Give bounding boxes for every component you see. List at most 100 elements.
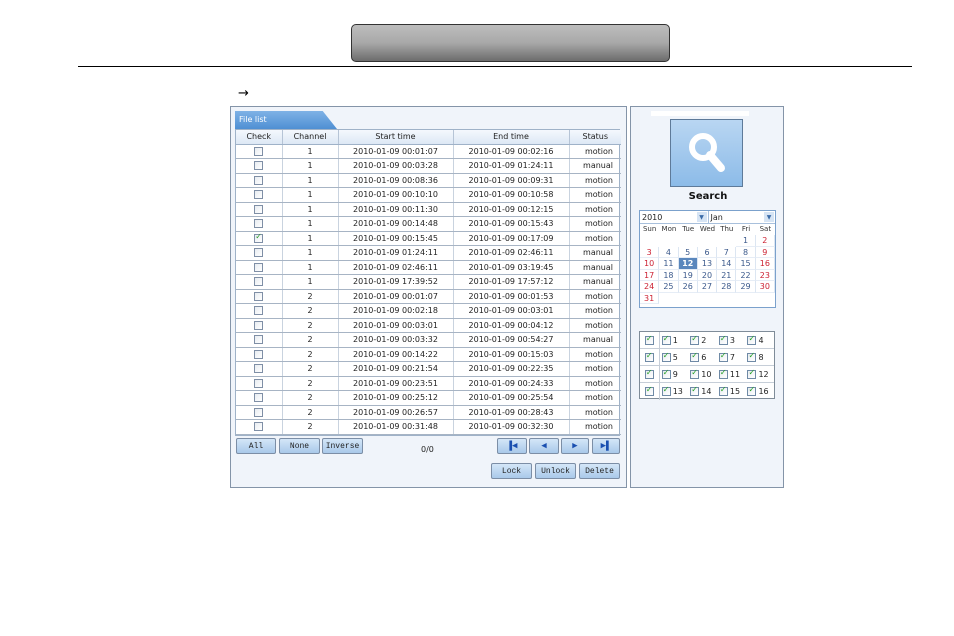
- delete-button[interactable]: Delete: [579, 463, 620, 479]
- calendar-day[interactable]: 10: [640, 258, 660, 270]
- channel-item[interactable]: 5: [660, 351, 689, 362]
- table-row[interactable]: 2 2010-01-09 00:25:12 2010-01-09 00:25:54 m…: [236, 390, 621, 406]
- row-checkbox[interactable]: [254, 146, 264, 156]
- calendar-day[interactable]: 29: [736, 281, 756, 293]
- calendar-day[interactable]: 11: [659, 258, 679, 270]
- channel-item[interactable]: 6: [688, 351, 717, 362]
- select-none-button[interactable]: None: [279, 438, 320, 454]
- table-row[interactable]: 2 2010-01-09 00:14:22 2010-01-09 00:15:03 m…: [236, 347, 621, 362]
- row-checkbox[interactable]: [254, 190, 264, 200]
- table-row[interactable]: 2 2010-01-09 00:21:54 2010-01-09 00:22:35 m…: [236, 361, 621, 377]
- row-checkbox[interactable]: [254, 349, 264, 359]
- col-header-check[interactable]: Check: [236, 130, 283, 145]
- channel-item[interactable]: 14: [688, 385, 717, 396]
- col-header-channel[interactable]: Channel: [282, 130, 339, 145]
- channel-item[interactable]: 9: [660, 368, 689, 379]
- row-checkbox[interactable]: [254, 407, 264, 417]
- channel-item[interactable]: 7: [717, 351, 746, 362]
- unlock-button[interactable]: Unlock: [535, 463, 576, 479]
- table-row[interactable]: 1 2010-01-09 01:24:11 2010-01-09 02:46:11 m…: [236, 245, 621, 261]
- calendar-day[interactable]: 25: [659, 281, 679, 293]
- channel-item[interactable]: 1: [660, 334, 689, 345]
- row-select-all-checkbox[interactable]: [644, 334, 654, 345]
- channel-checkbox[interactable]: [718, 334, 728, 345]
- channel-checkbox[interactable]: [718, 385, 728, 396]
- channel-item[interactable]: 11: [717, 368, 746, 379]
- calendar-day[interactable]: 16: [755, 258, 775, 270]
- channel-checkbox[interactable]: [747, 351, 757, 362]
- channel-item[interactable]: 16: [745, 385, 774, 396]
- table-row[interactable]: 12010-01-09 00:15:452010-01-09 00:17:09m…: [236, 231, 621, 246]
- channel-item[interactable]: 10: [688, 368, 717, 379]
- calendar-day[interactable]: 14: [717, 258, 737, 270]
- calendar-day[interactable]: 22: [736, 269, 756, 281]
- col-header-status[interactable]: Status: [569, 130, 621, 145]
- calendar-day[interactable]: 30: [755, 281, 775, 293]
- calendar-day[interactable]: 13: [697, 258, 718, 270]
- row-checkbox[interactable]: [254, 219, 264, 229]
- calendar-day[interactable]: 31: [640, 292, 660, 304]
- row-checkbox[interactable]: [254, 204, 264, 214]
- row-checkbox[interactable]: [254, 262, 264, 272]
- channel-checkbox[interactable]: [747, 385, 757, 396]
- row-checkbox[interactable]: [254, 306, 264, 316]
- row-checkbox[interactable]: [254, 393, 264, 403]
- channel-item[interactable]: 4: [745, 334, 774, 345]
- row-checkbox[interactable]: [254, 248, 264, 258]
- table-row[interactable]: 1 2010-01-09 17:39:52 2010-01-09 17:57:12 m…: [236, 274, 621, 290]
- calendar-day[interactable]: 21: [717, 269, 737, 281]
- table-row[interactable]: 1 2010-01-09 00:01:07 2010-01-09 00:02:16 m…: [236, 144, 621, 159]
- calendar-day[interactable]: 5: [678, 246, 698, 258]
- channel-item[interactable]: 15: [717, 385, 746, 396]
- row-checkbox[interactable]: [254, 335, 264, 345]
- calendar-day[interactable]: 23: [755, 269, 775, 281]
- table-row[interactable]: 1 2010-01-09 00:08:36 2010-01-09 00:09:31 m…: [236, 173, 621, 188]
- channel-item[interactable]: 2: [688, 334, 717, 345]
- row-checkbox[interactable]: [254, 232, 264, 243]
- table-row[interactable]: 2 2010-01-09 00:23:51 2010-01-09 00:24:33 m…: [236, 376, 621, 391]
- calendar-day[interactable]: 3: [640, 246, 660, 258]
- inverse-selection-button[interactable]: Inverse: [322, 438, 363, 454]
- calendar-day[interactable]: 24: [640, 281, 660, 293]
- table-row[interactable]: 1 2010-01-09 00:03:28 2010-01-09 01:24:11 m…: [236, 158, 621, 174]
- calendar-day[interactable]: 4: [659, 246, 679, 258]
- calendar-day[interactable]: 27: [697, 281, 718, 293]
- select-all-button[interactable]: All: [236, 438, 276, 454]
- table-row[interactable]: 2 2010-01-09 00:01:07 2010-01-09 00:01:53 m…: [236, 289, 621, 304]
- calendar-day[interactable]: 12: [678, 258, 698, 270]
- row-checkbox[interactable]: [254, 422, 264, 432]
- channel-checkbox[interactable]: [690, 334, 700, 345]
- channel-checkbox[interactable]: [661, 385, 671, 396]
- calendar-day[interactable]: 15: [736, 258, 756, 270]
- table-row[interactable]: 2 2010-01-09 00:26:57 2010-01-09 00:28:43 m…: [236, 405, 621, 420]
- channel-item[interactable]: 12: [745, 368, 774, 379]
- channel-checkbox[interactable]: [747, 368, 757, 379]
- row-select-all-checkbox[interactable]: [644, 368, 654, 379]
- table-row[interactable]: 1 2010-01-09 00:14:48 2010-01-09 00:15:43 m…: [236, 216, 621, 232]
- row-checkbox[interactable]: [254, 291, 264, 301]
- next-page-button[interactable]: ▶: [561, 438, 589, 454]
- row-checkbox[interactable]: [254, 277, 264, 287]
- prev-page-button[interactable]: ◀: [529, 438, 559, 454]
- lock-button[interactable]: Lock: [491, 463, 532, 479]
- row-checkbox[interactable]: [254, 161, 264, 171]
- row-checkbox[interactable]: [254, 378, 264, 388]
- table-row[interactable]: 2 2010-01-09 00:03:01 2010-01-09 00:04:12 m…: [236, 318, 621, 333]
- calendar-day[interactable]: 9: [755, 246, 775, 258]
- channel-checkbox[interactable]: [690, 385, 700, 396]
- file-list-tab[interactable]: File list: [235, 111, 337, 129]
- row-checkbox[interactable]: [254, 175, 264, 185]
- calendar-day[interactable]: 2: [755, 235, 775, 247]
- row-checkbox[interactable]: [254, 320, 264, 330]
- table-row[interactable]: 2 2010-01-09 00:03:32 2010-01-09 00:54:27 m…: [236, 332, 621, 348]
- row-select-all-checkbox[interactable]: [644, 351, 654, 362]
- month-select[interactable]: Jan ▼: [709, 211, 776, 223]
- row-select-all-checkbox[interactable]: [644, 385, 654, 396]
- calendar-day[interactable]: 7: [717, 246, 737, 258]
- channel-checkbox[interactable]: [661, 368, 671, 379]
- calendar-day[interactable]: 20: [697, 269, 718, 281]
- channel-checkbox[interactable]: [661, 334, 671, 345]
- channel-checkbox[interactable]: [690, 368, 700, 379]
- table-row[interactable]: 1 2010-01-09 02:46:11 2010-01-09 03:19:45 m…: [236, 260, 621, 275]
- first-page-button[interactable]: ▐◀: [497, 438, 527, 454]
